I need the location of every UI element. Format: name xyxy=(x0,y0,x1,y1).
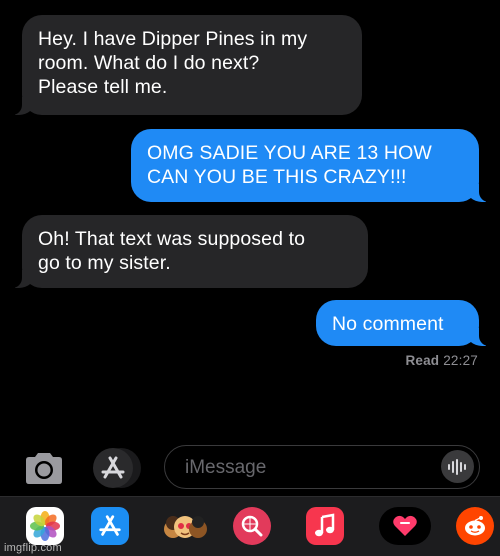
digital-touch-icon[interactable] xyxy=(379,507,431,545)
memoji-icon[interactable] xyxy=(161,507,209,545)
waveform-icon[interactable] xyxy=(441,450,474,483)
read-time: 22:27 xyxy=(443,353,478,368)
incoming-message-bubble[interactable]: Hey. I have Dipper Pines in my room. Wha… xyxy=(12,15,362,115)
reddit-icon[interactable] xyxy=(456,507,494,545)
imessage-input[interactable] xyxy=(183,446,427,489)
read-status: Read xyxy=(405,353,440,368)
camera-icon[interactable] xyxy=(22,449,66,487)
read-receipt: Read 22:27 xyxy=(405,353,478,368)
images-search-icon[interactable] xyxy=(233,507,271,545)
photos-icon[interactable] xyxy=(26,507,64,545)
outgoing-message-bubble[interactable]: No comment xyxy=(316,300,489,346)
app-store-icon[interactable] xyxy=(91,507,129,545)
imessage-field[interactable] xyxy=(164,445,480,489)
message-composer xyxy=(0,440,500,496)
imgflip-watermark: imgflip.com xyxy=(4,542,62,554)
message-text: Oh! That text was supposed to go to my s… xyxy=(38,228,306,274)
app-store-icon[interactable] xyxy=(93,448,133,488)
outgoing-message-bubble[interactable]: OMG SADIE YOU ARE 13 HOW CAN YOU BE THIS… xyxy=(131,129,489,202)
message-text: Hey. I have Dipper Pines in my room. Wha… xyxy=(38,28,308,98)
message-thread: Hey. I have Dipper Pines in my room. Wha… xyxy=(0,0,500,440)
message-text: No comment xyxy=(332,313,444,335)
message-text: OMG SADIE YOU ARE 13 HOW CAN YOU BE THIS… xyxy=(147,142,432,188)
incoming-message-bubble[interactable]: Oh! That text was supposed to go to my s… xyxy=(12,215,368,288)
app-drawer: imgflip.com xyxy=(0,496,500,556)
music-icon[interactable] xyxy=(306,507,344,545)
